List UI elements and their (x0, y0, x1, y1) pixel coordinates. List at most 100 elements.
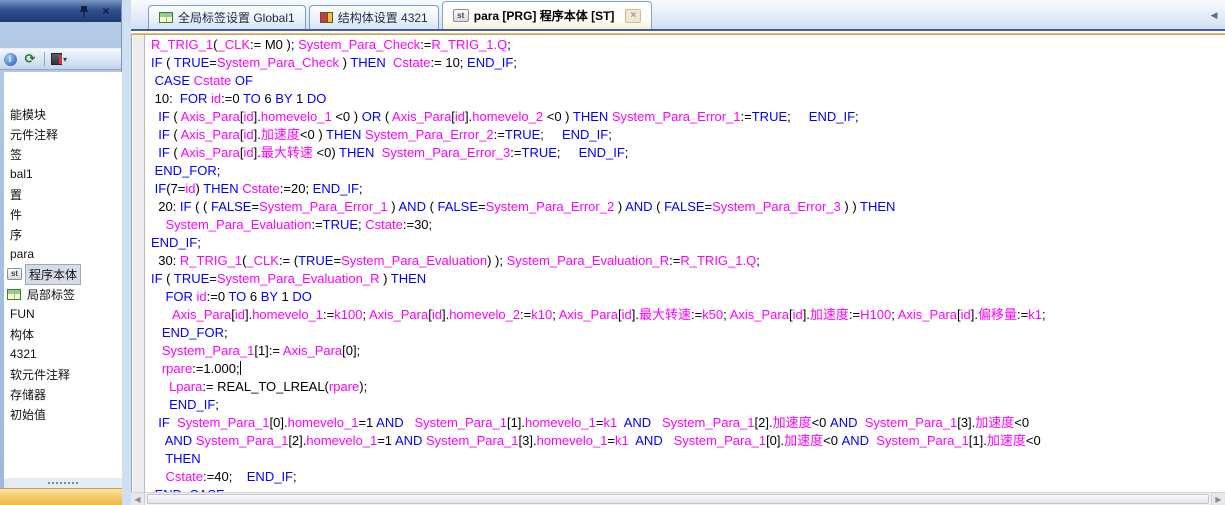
keyword-token: END_IF (313, 181, 359, 196)
st-code-editor[interactable]: R_TRIG_1(_CLK:= M0 ); System_Para_Check:… (131, 35, 1225, 492)
code-line[interactable]: END_IF; (151, 396, 1225, 414)
label-token: k100 (334, 307, 362, 322)
plain-token: [1]:= (254, 343, 283, 358)
info-glyph: i (4, 53, 17, 66)
info-icon[interactable]: i (2, 51, 18, 67)
pane-toolbar: i ⟳ ▾ (0, 48, 121, 70)
code-line[interactable]: Lpara:= REAL_TO_LREAL(rpare); (151, 378, 1225, 396)
code-line[interactable]: System_Para_1[1]:= Axis_Para[0]; (151, 342, 1225, 360)
tree-item[interactable]: 4321 (4, 344, 122, 364)
plain-token: := ( (279, 253, 298, 268)
keyword-token: END_IF (151, 235, 197, 250)
code-line[interactable]: 10: FOR id:=0 TO 6 BY 1 DO (151, 90, 1225, 108)
plain-token: <0 (823, 433, 841, 448)
document-tabbar: 全局标签设置 Global1 结构体设置 4321 st para [PRG] … (131, 0, 1225, 31)
tree-item-label: 元件注释 (7, 125, 61, 144)
toolbar-separator (44, 52, 45, 66)
keyword-token: TRUE (323, 217, 358, 232)
tree-item[interactable]: 构体 (4, 324, 122, 344)
plain-token: ( (163, 271, 174, 286)
docked-panel-bar[interactable] (0, 488, 122, 505)
code-line[interactable]: 20: IF ( ( FALSE=System_Para_Error_1 ) A… (151, 198, 1225, 216)
keyword-token: IF (180, 199, 192, 214)
keyword-token: TO (243, 91, 261, 106)
tree-item[interactable]: st程序本体 (4, 264, 122, 284)
tab-para-program-body[interactable]: st para [PRG] 程序本体 [ST] × (442, 1, 653, 29)
keyword-token: AND (165, 433, 192, 448)
tree-item[interactable]: 初始值 (4, 404, 122, 424)
code-line[interactable]: System_Para_Evaluation:=TRUE; Cstate:=30… (151, 216, 1225, 234)
code-line[interactable]: FOR id:=0 TO 6 BY 1 DO (151, 288, 1225, 306)
code-area[interactable]: R_TRIG_1(_CLK:= M0 ); System_Para_Check:… (146, 35, 1225, 492)
code-line[interactable]: Axis_Para[id].homevelo_1:=k100; Axis_Par… (151, 306, 1225, 324)
tree-item[interactable]: 序 (4, 224, 122, 244)
label-token: id (432, 307, 442, 322)
tree-item[interactable]: para (4, 244, 122, 264)
code-line[interactable]: IF ( TRUE=System_Para_Check ) THEN Cstat… (151, 54, 1225, 72)
code-line[interactable]: CASE Cstate OF (151, 72, 1225, 90)
horizontal-scrollbar[interactable]: ◀ ▶ (131, 492, 1225, 505)
code-line[interactable]: IF ( TRUE=System_Para_Evaluation_R ) THE… (151, 270, 1225, 288)
code-line[interactable]: END_FOR; (151, 324, 1225, 342)
tab-structure-setting[interactable]: 结构体设置 4321 (309, 5, 439, 29)
code-line[interactable]: IF ( Axis_Para[id].加速度<0 ) THEN System_P… (151, 126, 1225, 144)
code-line[interactable]: THEN (151, 450, 1225, 468)
tree-item[interactable]: 置 (4, 184, 122, 204)
scroll-right-icon[interactable]: ▶ (1211, 493, 1225, 505)
code-line[interactable]: AND System_Para_1[2].homevelo_1=1 AND Sy… (151, 432, 1225, 450)
tree-item[interactable]: bal1 (4, 164, 122, 184)
tree-item-label: 能模块 (7, 105, 49, 124)
label-token: id (244, 109, 254, 124)
plain-token: <0 (1026, 433, 1041, 448)
tree-item[interactable]: 局部标签 (4, 284, 122, 304)
scroll-left-icon[interactable]: ◀ (131, 493, 145, 505)
tab-scroll-left-icon[interactable]: ◀ (1207, 8, 1221, 22)
plain-token: := (510, 145, 521, 160)
global-label-icon (159, 12, 173, 23)
plain-token: := (323, 307, 334, 322)
plain-token (151, 379, 169, 394)
label-token: System_Para_Check (298, 37, 420, 52)
tree-item[interactable]: 元件注释 (4, 124, 122, 144)
tree-item[interactable]: FUN (4, 304, 122, 324)
tree-item[interactable]: 软元件注释 (4, 364, 122, 384)
code-line[interactable]: Cstate:=40; END_IF; (151, 468, 1225, 486)
plain-token: ; (756, 253, 760, 268)
label-token: System_Para_Error_2 (486, 199, 615, 214)
code-line[interactable]: IF ( Axis_Para[id].homevelo_1 <0 ) OR ( … (151, 108, 1225, 126)
code-line[interactable]: END_IF; (151, 234, 1225, 252)
scrollbar-thumb[interactable] (147, 494, 1209, 504)
refresh-icon[interactable]: ⟳ (22, 51, 38, 67)
plain-token: := (691, 307, 702, 322)
code-line[interactable]: IF System_Para_1[0].homevelo_1=1 AND Sys… (151, 414, 1225, 432)
close-icon[interactable]: × (99, 4, 113, 18)
tree-item[interactable]: 签 (4, 144, 122, 164)
plain-token: 6 (261, 91, 275, 106)
gx-works-window: × i ⟳ ▾ 能模块元件注释签bal1置件序parast程序本体局部标签FUN… (0, 0, 1225, 505)
tab-close-icon[interactable]: × (625, 9, 641, 23)
code-line[interactable]: rpare:=1.000; (151, 360, 1225, 378)
label-token: Cstate (365, 217, 403, 232)
label-token: System_Para_1 (196, 433, 289, 448)
filter-icon[interactable]: ▾ (51, 51, 67, 67)
label-token: System_Para_Evaluation_R (507, 253, 670, 268)
code-line[interactable]: 30: R_TRIG_1(_CLK:= (TRUE=System_Para_Ev… (151, 252, 1225, 270)
tree-item[interactable]: 存储器 (4, 384, 122, 404)
label-token: Axis_Para (172, 307, 231, 322)
plain-token: ]. (254, 127, 261, 142)
code-line[interactable]: IF ( Axis_Para[id].最大转速 <0) THEN System_… (151, 144, 1225, 162)
tree-item-label: 签 (7, 145, 25, 164)
tree-item[interactable]: 件 (4, 204, 122, 224)
plain-token: ) (379, 271, 390, 286)
code-line[interactable]: IF(7=id) THEN Cstate:=20; END_IF; (151, 180, 1225, 198)
code-line[interactable]: END_FOR; (151, 162, 1225, 180)
keyword-token: TRUE (298, 253, 333, 268)
code-line[interactable]: R_TRIG_1(_CLK:= M0 ); System_Para_Check:… (151, 36, 1225, 54)
splitter-grip[interactable] (4, 478, 122, 488)
tab-global-label-setting[interactable]: 全局标签设置 Global1 (148, 5, 306, 29)
keyword-token: END_FOR (155, 163, 217, 178)
label-token: homevelo_2 (449, 307, 520, 322)
pin-icon[interactable] (77, 4, 91, 18)
label-token: Axis_Para (181, 109, 240, 124)
tree-item[interactable]: 能模块 (4, 104, 122, 124)
